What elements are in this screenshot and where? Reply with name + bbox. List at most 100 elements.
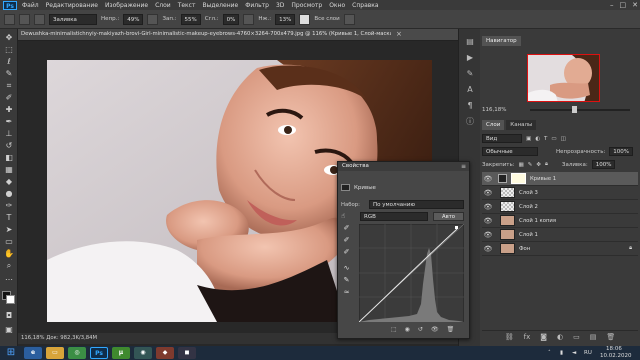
eraser-tool-icon[interactable]: ◧ bbox=[3, 153, 15, 163]
paragraph-icon[interactable]: ¶ bbox=[464, 101, 476, 111]
mode-select[interactable]: Заливка bbox=[49, 13, 97, 25]
marquee-tool-icon[interactable]: ⬚ bbox=[3, 45, 15, 55]
quick-select-icon[interactable]: ✎ bbox=[3, 69, 15, 79]
brush-icon[interactable]: ✎ bbox=[464, 69, 476, 79]
eyedropper-white-icon[interactable]: ✐ bbox=[341, 248, 352, 257]
language-indicator[interactable]: RU bbox=[584, 350, 592, 356]
opacity-field[interactable]: 49% bbox=[123, 13, 144, 25]
add-mask-icon[interactable]: ◙ bbox=[540, 333, 547, 341]
toggle-visibility-icon[interactable]: 👁︎ bbox=[431, 326, 439, 336]
network-icon[interactable]: ▮ bbox=[560, 350, 563, 356]
brush-preset-icon[interactable] bbox=[19, 13, 30, 25]
pressure-size-icon[interactable] bbox=[343, 13, 355, 25]
maximize-icon[interactable]: □ bbox=[620, 1, 627, 9]
link-layers-icon[interactable]: ⛓ bbox=[505, 333, 514, 341]
lasso-tool-icon[interactable]: ℓ bbox=[3, 57, 15, 67]
clock-date[interactable]: 10.02.2020 bbox=[600, 353, 632, 359]
dodge-tool-icon[interactable]: ● bbox=[3, 189, 15, 199]
panel-menu-icon[interactable]: ≡ bbox=[461, 162, 466, 171]
filter-pixel-icon[interactable]: ▣ bbox=[526, 136, 531, 142]
zoom-slider-handle[interactable] bbox=[572, 106, 577, 113]
visibility-eye-icon[interactable]: 👁︎ bbox=[482, 189, 494, 197]
filter-smart-icon[interactable]: ◫ bbox=[561, 136, 566, 142]
lock-all-icon[interactable]: 🔒︎ bbox=[545, 161, 548, 168]
curves-graph[interactable] bbox=[359, 224, 464, 322]
camera-app-icon[interactable]: ◉ bbox=[134, 347, 152, 359]
filter-shape-icon[interactable]: ▭ bbox=[551, 136, 556, 142]
brush-tool-icon[interactable]: ✒ bbox=[3, 117, 15, 127]
tool-preset-icon[interactable] bbox=[4, 13, 15, 25]
curve-point-icon[interactable]: ∿ bbox=[341, 264, 352, 273]
preset-select[interactable]: По умолчанию bbox=[369, 200, 464, 209]
visibility-eye-icon[interactable]: 👁︎ bbox=[482, 175, 494, 183]
press-field[interactable]: 55% bbox=[180, 13, 201, 25]
visibility-eye-icon[interactable]: 👁︎ bbox=[482, 203, 494, 211]
hand-tool-icon[interactable]: ✋ bbox=[3, 249, 15, 259]
layer-row[interactable]: 👁︎ Слой 2 bbox=[482, 200, 638, 214]
background-color-swatch[interactable] bbox=[6, 295, 15, 304]
new-layer-icon[interactable]: ▤ bbox=[590, 333, 597, 341]
close-icon[interactable]: ✕ bbox=[632, 1, 638, 9]
history-brush-icon[interactable]: ↺ bbox=[3, 141, 15, 151]
flow-field[interactable]: 13% bbox=[275, 13, 296, 25]
navigator-zoom-slider[interactable] bbox=[530, 109, 630, 111]
tray-arrow-icon[interactable]: ˄ bbox=[548, 350, 551, 356]
eyedropper-gray-icon[interactable]: ✐ bbox=[341, 236, 352, 245]
delete-layer-icon[interactable]: 🗑︎ bbox=[606, 333, 615, 341]
clock-time[interactable]: 18:06 bbox=[606, 346, 622, 352]
navigator-preview[interactable] bbox=[527, 54, 600, 102]
menu-3d[interactable]: 3D bbox=[276, 2, 284, 9]
menu-layers[interactable]: Слои bbox=[155, 2, 171, 9]
actions-icon[interactable]: ▶ bbox=[464, 53, 476, 63]
gradient-tool-icon[interactable]: ▦ bbox=[3, 165, 15, 175]
menu-help[interactable]: Справка bbox=[352, 2, 378, 9]
menu-image[interactable]: Изображение bbox=[105, 2, 148, 9]
channel-select[interactable]: RGB bbox=[360, 212, 428, 221]
tab-layers[interactable]: Слои bbox=[482, 120, 505, 130]
eyedropper-black-icon[interactable]: ✐ bbox=[341, 224, 352, 233]
pen-tool-icon[interactable]: ✑ bbox=[3, 201, 15, 211]
healing-brush-icon[interactable]: ✚ bbox=[3, 105, 15, 115]
quick-mask-icon[interactable]: ◘ bbox=[3, 311, 15, 321]
windows-start-icon[interactable]: ⊞ bbox=[4, 347, 18, 359]
layer-row-background[interactable]: 👁︎ Фон 🔒︎ bbox=[482, 242, 638, 256]
menu-filter[interactable]: Фильтр bbox=[245, 2, 269, 9]
torrent-app-icon[interactable]: μ bbox=[112, 347, 130, 359]
layer-row[interactable]: 👁︎ Слой 1 bbox=[482, 228, 638, 242]
move-tool-icon[interactable]: ✥ bbox=[3, 33, 15, 43]
shape-tool-icon[interactable]: ▭ bbox=[3, 237, 15, 247]
blur-tool-icon[interactable]: ◆ bbox=[3, 177, 15, 187]
visibility-eye-icon[interactable]: 👁︎ bbox=[482, 217, 494, 225]
tab-navigator[interactable]: Навигатор bbox=[482, 36, 521, 46]
type-tool-icon[interactable]: T bbox=[3, 213, 15, 223]
smooth-field[interactable]: 0% bbox=[222, 13, 240, 25]
delete-adjustment-icon[interactable]: 🗑︎ bbox=[447, 326, 455, 336]
clone-stamp-icon[interactable]: ⊥ bbox=[3, 129, 15, 139]
navigator-zoom-value[interactable]: 116,18% bbox=[482, 107, 506, 113]
menu-view[interactable]: Просмотр bbox=[291, 2, 322, 9]
pencil-draw-icon[interactable]: ✎ bbox=[341, 276, 352, 285]
history-icon[interactable]: ▤ bbox=[464, 37, 476, 47]
lock-image-icon[interactable]: ✎ bbox=[528, 162, 533, 168]
volume-icon[interactable]: ◄ bbox=[572, 350, 576, 356]
properties-title[interactable]: Свойства bbox=[338, 162, 469, 171]
menu-select[interactable]: Выделение bbox=[202, 2, 238, 9]
folder-app-icon[interactable]: ▭ bbox=[46, 347, 64, 359]
visibility-eye-icon[interactable]: 👁︎ bbox=[482, 245, 494, 253]
layer-mask-thumbnail[interactable] bbox=[511, 173, 526, 184]
minimize-icon[interactable]: – bbox=[610, 1, 614, 9]
chrome-app-icon[interactable]: ◎ bbox=[68, 347, 86, 359]
auto-button[interactable]: Авто bbox=[433, 212, 464, 221]
tab-channels[interactable]: Каналы bbox=[506, 120, 537, 130]
layer-row[interactable]: 👁︎ Слой 3 bbox=[482, 186, 638, 200]
lock-transparency-icon[interactable]: ▦ bbox=[519, 162, 524, 168]
eyedropper-icon[interactable]: ✐ bbox=[3, 93, 15, 103]
zoom-tool-icon[interactable]: ⌕ bbox=[3, 261, 15, 271]
new-group-icon[interactable]: ▭ bbox=[573, 333, 580, 341]
all-layers-checkbox[interactable] bbox=[299, 13, 311, 25]
clip-to-layer-icon[interactable]: ⬚ bbox=[391, 326, 397, 336]
lock-position-icon[interactable]: ✥ bbox=[536, 162, 541, 168]
more-tools-icon[interactable]: … bbox=[3, 273, 15, 283]
layer-row[interactable]: 👁︎ Слой 1 копия bbox=[482, 214, 638, 228]
settings-icon[interactable] bbox=[243, 13, 255, 25]
